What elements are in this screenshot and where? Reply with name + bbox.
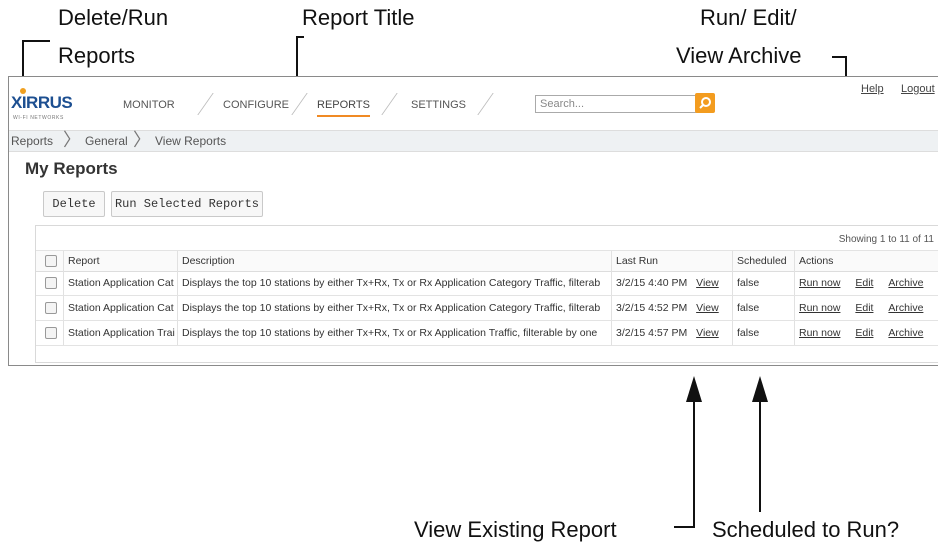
scheduled-value: false bbox=[732, 296, 794, 320]
scheduled-value: false bbox=[732, 271, 794, 295]
actions-cell: Run now Edit Archive bbox=[794, 296, 938, 320]
last-run-time: 3/2/15 4:52 PM bbox=[616, 302, 688, 314]
table-row: Station Application Cat Displays the top… bbox=[36, 271, 938, 296]
callout-run-edit-line1: Run/ Edit/ bbox=[700, 5, 797, 30]
report-description: Displays the top 10 stations by either T… bbox=[177, 271, 611, 295]
callout-line bbox=[22, 40, 50, 42]
breadcrumb: Reports 〉 General 〉 View Reports bbox=[9, 130, 938, 152]
nav-separator bbox=[381, 93, 398, 115]
report-name: Station Application Cat bbox=[63, 271, 177, 295]
run-now-link[interactable]: Run now bbox=[799, 302, 840, 314]
logo-subtitle: WI-FI NETWORKS bbox=[13, 115, 64, 121]
callout-line bbox=[674, 526, 695, 528]
run-selected-reports-button[interactable]: Run Selected Reports bbox=[111, 191, 263, 217]
callout-line bbox=[693, 400, 695, 528]
column-header-report[interactable]: Report bbox=[63, 251, 177, 271]
callout-arrow-to-view bbox=[686, 376, 702, 402]
view-report-link[interactable]: View bbox=[696, 277, 719, 289]
select-all-checkbox[interactable] bbox=[45, 255, 57, 267]
report-description: Displays the top 10 stations by either T… bbox=[177, 321, 611, 345]
table-header: Report Description Last Run Scheduled Ac… bbox=[36, 250, 938, 272]
search-input[interactable]: Search... bbox=[535, 95, 699, 113]
actions-cell: Run now Edit Archive bbox=[794, 321, 938, 345]
callout-view-existing: View Existing Report bbox=[414, 517, 617, 542]
archive-link[interactable]: Archive bbox=[888, 327, 923, 339]
archive-link[interactable]: Archive bbox=[888, 302, 923, 314]
report-description: Displays the top 10 stations by either T… bbox=[177, 296, 611, 320]
column-header-last-run[interactable]: Last Run bbox=[611, 251, 732, 271]
column-header-actions: Actions bbox=[794, 251, 938, 271]
search-button[interactable] bbox=[695, 93, 715, 113]
page-title: My Reports bbox=[25, 159, 118, 178]
callout-line bbox=[832, 56, 846, 58]
search-icon bbox=[699, 97, 711, 109]
nav-configure[interactable]: CONFIGURE bbox=[223, 99, 289, 111]
edit-link[interactable]: Edit bbox=[855, 327, 873, 339]
callout-delete-run-line2: Reports bbox=[58, 43, 136, 68]
scheduled-value: false bbox=[732, 321, 794, 345]
chevron-right-icon: 〉 bbox=[63, 130, 81, 150]
archive-link[interactable]: Archive bbox=[888, 277, 923, 289]
showing-count: Showing 1 to 11 of 11 bbox=[838, 234, 934, 245]
table-row: Station Application Cat Displays the top… bbox=[36, 296, 938, 321]
last-run-cell: 3/2/15 4:57 PM View bbox=[611, 321, 732, 345]
last-run-cell: 3/2/15 4:52 PM View bbox=[611, 296, 732, 320]
top-navbar: XIRRUS WI-FI NETWORKS MONITOR CONFIGURE … bbox=[9, 77, 938, 129]
column-header-scheduled[interactable]: Scheduled bbox=[732, 251, 794, 271]
last-run-time: 3/2/15 4:57 PM bbox=[616, 327, 688, 339]
breadcrumb-view-reports: View Reports bbox=[155, 134, 227, 148]
view-report-link[interactable]: View bbox=[696, 327, 719, 339]
help-link[interactable]: Help bbox=[861, 83, 884, 95]
callout-run-edit-line2: View Archive bbox=[676, 43, 802, 68]
nav-separator bbox=[477, 93, 494, 115]
callout-line bbox=[759, 400, 761, 512]
delete-button[interactable]: Delete bbox=[43, 191, 105, 217]
run-now-link[interactable]: Run now bbox=[799, 327, 840, 339]
table-row: Station Application Trai Displays the to… bbox=[36, 321, 938, 346]
nav-separator bbox=[291, 93, 308, 115]
xirrus-logo[interactable]: XIRRUS WI-FI NETWORKS bbox=[11, 85, 81, 125]
edit-link[interactable]: Edit bbox=[855, 277, 873, 289]
breadcrumb-general[interactable]: General bbox=[85, 134, 128, 148]
row-checkbox[interactable] bbox=[45, 302, 57, 314]
last-run-time: 3/2/15 4:40 PM bbox=[616, 277, 688, 289]
chevron-right-icon: 〉 bbox=[133, 130, 151, 150]
run-now-link[interactable]: Run now bbox=[799, 277, 840, 289]
nav-settings[interactable]: SETTINGS bbox=[411, 99, 466, 111]
row-checkbox[interactable] bbox=[45, 327, 57, 339]
column-header-description[interactable]: Description bbox=[177, 251, 611, 271]
edit-link[interactable]: Edit bbox=[855, 302, 873, 314]
logout-link[interactable]: Logout bbox=[901, 83, 935, 95]
nav-separator bbox=[197, 93, 214, 115]
actions-cell: Run now Edit Archive bbox=[794, 271, 938, 295]
logo-text: XIRRUS bbox=[11, 93, 73, 112]
reports-table: Showing 1 to 11 of 11 Report Description… bbox=[35, 225, 938, 363]
nav-monitor[interactable]: MONITOR bbox=[123, 99, 175, 111]
callout-scheduled: Scheduled to Run? bbox=[712, 517, 900, 542]
report-name: Station Application Cat bbox=[63, 296, 177, 320]
nav-reports[interactable]: REPORTS bbox=[317, 99, 370, 117]
callout-line bbox=[296, 36, 304, 38]
callout-report-title: Report Title bbox=[302, 5, 415, 30]
breadcrumb-reports[interactable]: Reports bbox=[11, 134, 53, 148]
view-report-link[interactable]: View bbox=[696, 302, 719, 314]
app-screenshot: XIRRUS WI-FI NETWORKS MONITOR CONFIGURE … bbox=[8, 76, 938, 366]
last-run-cell: 3/2/15 4:40 PM View bbox=[611, 271, 732, 295]
row-checkbox[interactable] bbox=[45, 277, 57, 289]
callout-delete-run-line1: Delete/Run bbox=[58, 5, 169, 30]
callout-arrow-to-scheduled bbox=[752, 376, 768, 402]
report-name: Station Application Trai bbox=[63, 321, 177, 345]
